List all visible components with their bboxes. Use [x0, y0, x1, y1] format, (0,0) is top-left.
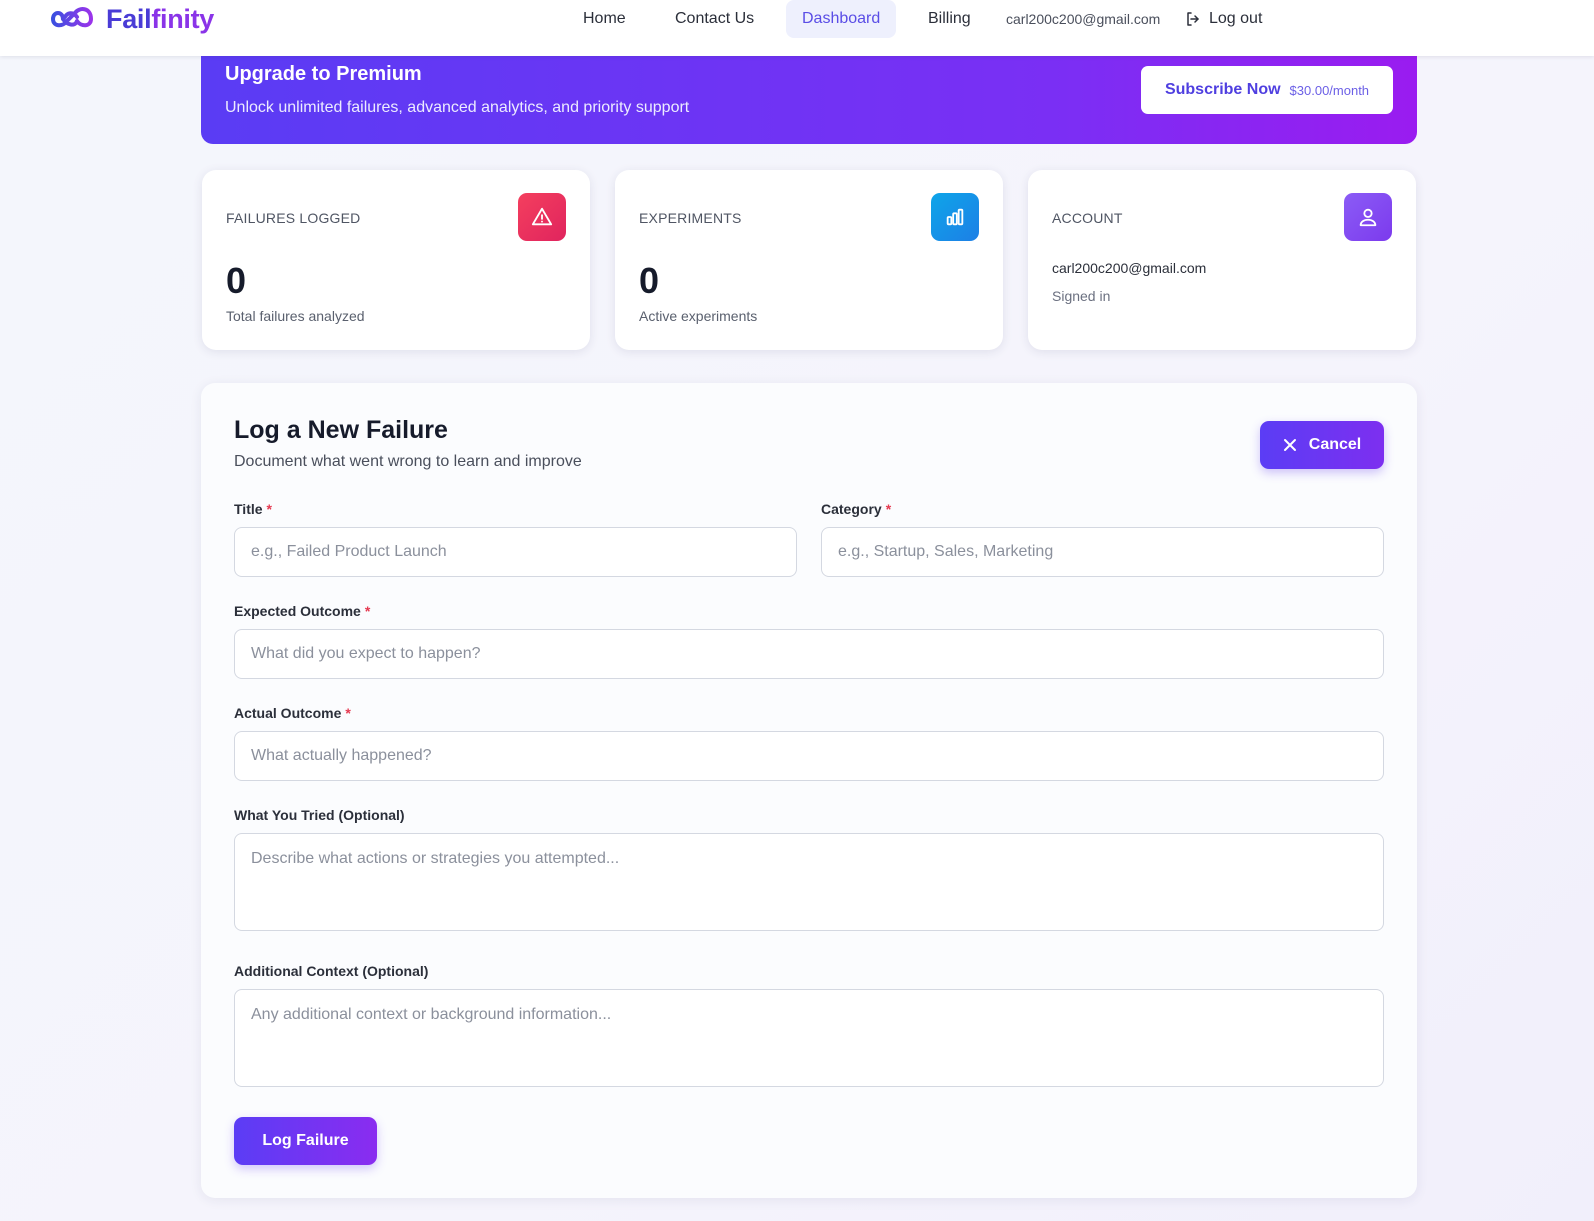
nav-link-billing[interactable]: Billing [928, 0, 971, 38]
title-input[interactable] [234, 527, 797, 577]
bar-chart-icon [931, 193, 979, 241]
logout-button[interactable]: Log out [1185, 0, 1262, 38]
actual-outcome-input[interactable] [234, 731, 1384, 781]
form-title: Log a New Failure [234, 416, 448, 444]
logout-icon [1187, 12, 1199, 26]
card-note: Total failures analyzed [226, 308, 365, 324]
what-you-tried-label: What You Tried (Optional) [234, 807, 405, 823]
account-card: ACCOUNT carl200c200@gmail.com Signed in [1028, 170, 1416, 350]
logout-label: Log out [1209, 10, 1263, 27]
expected-outcome-label: Expected Outcome * [234, 603, 371, 619]
nav-user-email: carl200c200@gmail.com [1006, 11, 1161, 27]
premium-banner: Upgrade to Premium Unlock unlimited fail… [201, 56, 1417, 144]
what-you-tried-textarea[interactable] [234, 833, 1384, 931]
title-label: Title * [234, 501, 272, 517]
alert-triangle-icon [518, 193, 566, 241]
experiments-card: EXPERIMENTS 0 Active experiments [615, 170, 1003, 350]
account-email: carl200c200@gmail.com [1052, 260, 1207, 276]
subscribe-price: $30.00/month [1289, 82, 1370, 98]
close-icon [1283, 439, 1296, 451]
infinity-logo-icon [50, 7, 94, 28]
category-input[interactable] [821, 527, 1384, 577]
account-status: Signed in [1052, 288, 1111, 304]
additional-context-label: Additional Context (Optional) [234, 963, 429, 979]
card-label: FAILURES LOGGED [226, 210, 361, 226]
banner-title: Upgrade to Premium [225, 63, 422, 85]
card-label: ACCOUNT [1052, 210, 1123, 226]
nav-link-home[interactable]: Home [583, 0, 626, 38]
additional-context-textarea[interactable] [234, 989, 1384, 1087]
subscribe-button[interactable]: Subscribe Now $30.00/month [1141, 66, 1393, 114]
logo[interactable]: Failfinity [49, 3, 214, 35]
log-failure-form: Log a New Failure Document what went wro… [201, 383, 1417, 1198]
form-subtitle: Document what went wrong to learn and im… [234, 453, 582, 470]
card-label: EXPERIMENTS [639, 210, 742, 226]
cancel-button[interactable]: Cancel [1260, 421, 1384, 469]
category-label: Category * [821, 501, 892, 517]
user-icon [1344, 193, 1392, 241]
banner-subtitle: Unlock unlimited failures, advanced anal… [225, 99, 690, 116]
failures-card: FAILURES LOGGED 0 Total failures analyze… [202, 170, 590, 350]
logo-text: Failfinity [106, 3, 215, 34]
card-note: Active experiments [639, 308, 758, 324]
nav-link-dashboard[interactable]: Dashboard [786, 0, 897, 38]
nav-link-contact[interactable]: Contact Us [675, 0, 754, 38]
expected-outcome-input[interactable] [234, 629, 1384, 679]
top-nav: Failfinity Home Contact Us Dashboard Bil… [0, 0, 1594, 56]
cancel-label: Cancel [1308, 436, 1362, 453]
experiments-count: 0 [639, 260, 660, 301]
actual-outcome-label: Actual Outcome * [234, 705, 351, 721]
failures-count: 0 [226, 260, 247, 301]
subscribe-label: Subscribe Now [1164, 81, 1281, 98]
log-failure-button[interactable]: Log Failure [234, 1117, 377, 1165]
